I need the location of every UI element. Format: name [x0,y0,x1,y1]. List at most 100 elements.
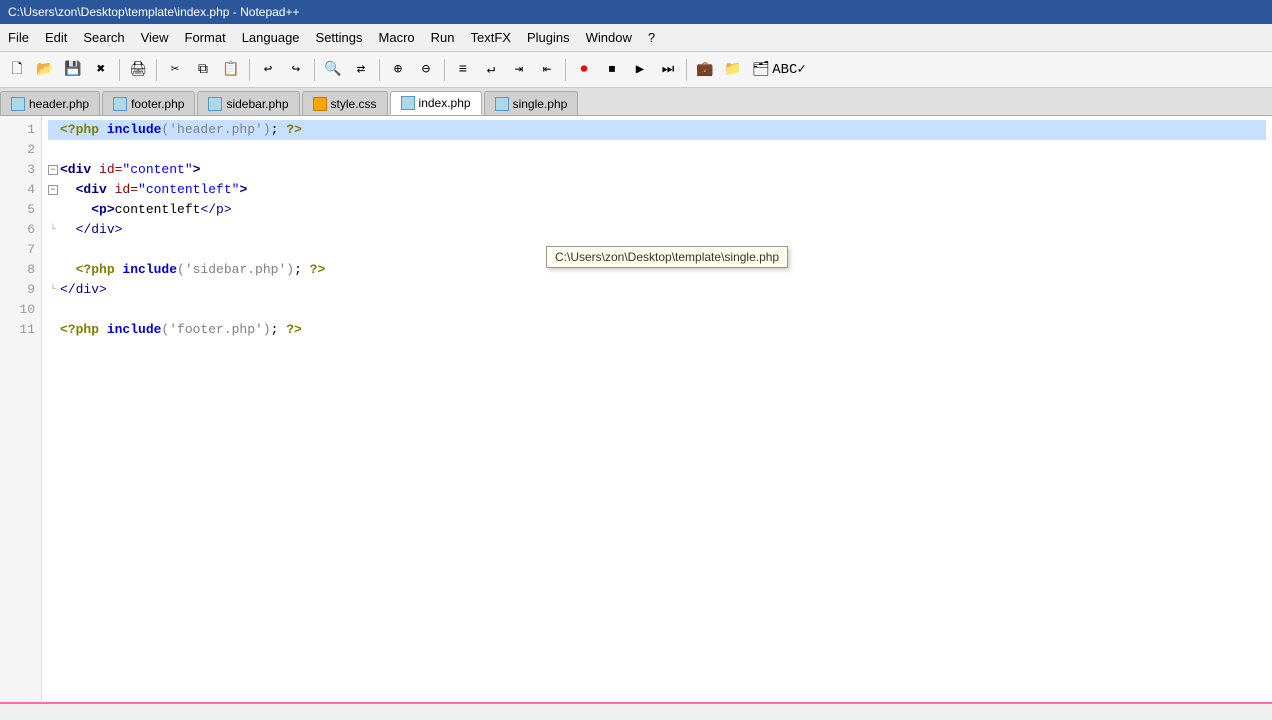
code-line-5: <p>contentleft</p> [48,200,1266,220]
menu-format[interactable]: Format [177,24,234,51]
title-text: C:\Users\zon\Desktop\template\index.php … [8,5,300,19]
code-line-3: − <div id="content"> [48,160,1266,180]
tooltip-text: C:\Users\zon\Desktop\template\single.php [555,250,779,264]
code-indent-8 [60,260,76,280]
save-session-button[interactable]: 💼 [692,57,718,83]
line-num-2: 2 [6,140,35,160]
code-tag-3b: > [193,160,201,180]
cut-button[interactable]: ✂ [162,57,188,83]
playall-button[interactable]: ⏭ [655,57,681,83]
line-num-5: 5 [6,200,35,220]
menu-macro[interactable]: Macro [371,24,423,51]
code-str-11: ('footer.php') [161,320,270,340]
code-val-3: "content" [122,160,192,180]
code-line-10 [48,300,1266,320]
open-session-button[interactable]: 📁 [720,57,746,83]
menu-run[interactable]: Run [423,24,463,51]
record-button[interactable]: ⏺ [571,57,597,83]
toolbar: 🗋 📂 💾 ✖ 🖨 ✂ ⧉ 📋 ↩ ↪ 🔍 ⇄ ⊕ ⊖ ≡ ↵ ⇥ ⇤ ⏺ ⏹ … [0,52,1272,88]
code-line-2 [48,140,1266,160]
menu-bar: File Edit Search View Format Language Se… [0,24,1272,52]
save-button[interactable]: 💾 [60,57,86,83]
outdent-button[interactable]: ⇤ [534,57,560,83]
toolbar-sep-4 [314,59,315,81]
fold-end-6[interactable]: └ [48,225,58,235]
menu-search[interactable]: Search [75,24,132,51]
tab-sidebar[interactable]: sidebar.php [197,91,299,115]
menu-file[interactable]: File [0,24,37,51]
code-val-4: "contentleft" [138,180,239,200]
tab-icon-footer [113,97,127,111]
line-num-9: 9 [6,280,35,300]
fold-btn-3[interactable]: − [48,165,58,175]
line-numbers: 1 2 3 4 5 6 7 8 9 10 11 [0,116,42,702]
menu-language[interactable]: Language [234,24,308,51]
code-indent-6 [60,220,76,240]
replace-button[interactable]: ⇄ [348,57,374,83]
tab-header[interactable]: header.php [0,91,100,115]
close-button[interactable]: ✖ [88,57,114,83]
line-num-7: 7 [6,240,35,260]
code-semi-11: ; [271,320,287,340]
code-attr-3: id= [99,160,122,180]
zoom-out-button[interactable]: ⊖ [413,57,439,83]
code-tag-4a: <div [76,180,115,200]
line-num-11: 11 [6,320,35,340]
toolbar-sep-3 [249,59,250,81]
code-editor[interactable]: <?php include('header.php'); ?> − <div i… [42,116,1272,702]
open-button[interactable]: 📂 [32,57,58,83]
menu-edit[interactable]: Edit [37,24,75,51]
tab-index[interactable]: index.php [390,91,482,115]
fold-end-9[interactable]: └ [48,285,58,295]
menu-view[interactable]: View [133,24,177,51]
close-session-button[interactable]: 🗂 [748,57,774,83]
code-attr-4: id= [115,180,138,200]
tab-style[interactable]: style.css [302,91,388,115]
code-str-8: ('sidebar.php') [177,260,294,280]
paste-button[interactable]: 📋 [218,57,244,83]
line-num-3: 3 [6,160,35,180]
wrap-button[interactable]: ↵ [478,57,504,83]
tab-icon-single [495,97,509,111]
print-button[interactable]: 🖨 [125,57,151,83]
code-str-1: ('header.php') [161,120,270,140]
menu-settings[interactable]: Settings [308,24,371,51]
spellcheck-button[interactable]: ABC✓ [776,57,802,83]
menu-window[interactable]: Window [578,24,640,51]
code-text-5: contentleft [115,200,201,220]
code-tag-5a: <p> [91,200,114,220]
code-closetag-6: </div> [76,220,123,240]
tab-single[interactable]: single.php [484,91,579,115]
line-num-4: 4 [6,180,35,200]
tab-icon-sidebar [208,97,222,111]
sync-scroll-button[interactable]: ≡ [450,57,476,83]
code-php-close-1: ?> [286,120,302,140]
menu-plugins[interactable]: Plugins [519,24,578,51]
redo-button[interactable]: ↪ [283,57,309,83]
code-php-open-11: <?php [60,320,107,340]
tab-footer[interactable]: footer.php [102,91,195,115]
code-line-1: <?php include('header.php'); ?> [48,120,1266,140]
code-line-6: └ </div> [48,220,1266,240]
zoom-in-button[interactable]: ⊕ [385,57,411,83]
tab-icon-index [401,96,415,110]
toolbar-sep-5 [379,59,380,81]
toolbar-sep-1 [119,59,120,81]
code-indent-5 [60,200,91,220]
undo-button[interactable]: ↩ [255,57,281,83]
code-tag-4b: > [239,180,247,200]
toolbar-sep-6 [444,59,445,81]
copy-button[interactable]: ⧉ [190,57,216,83]
menu-textfx[interactable]: TextFX [463,24,519,51]
menu-help[interactable]: ? [640,24,663,51]
code-indent-4 [60,180,76,200]
code-line-9: └ </div> [48,280,1266,300]
stop-button[interactable]: ⏹ [599,57,625,83]
find-button[interactable]: 🔍 [320,57,346,83]
toolbar-sep-2 [156,59,157,81]
code-line-11: <?php include('footer.php'); ?> [48,320,1266,340]
fold-btn-4[interactable]: − [48,185,58,195]
indent-button[interactable]: ⇥ [506,57,532,83]
play-button[interactable]: ▶ [627,57,653,83]
new-button[interactable]: 🗋 [4,57,30,83]
